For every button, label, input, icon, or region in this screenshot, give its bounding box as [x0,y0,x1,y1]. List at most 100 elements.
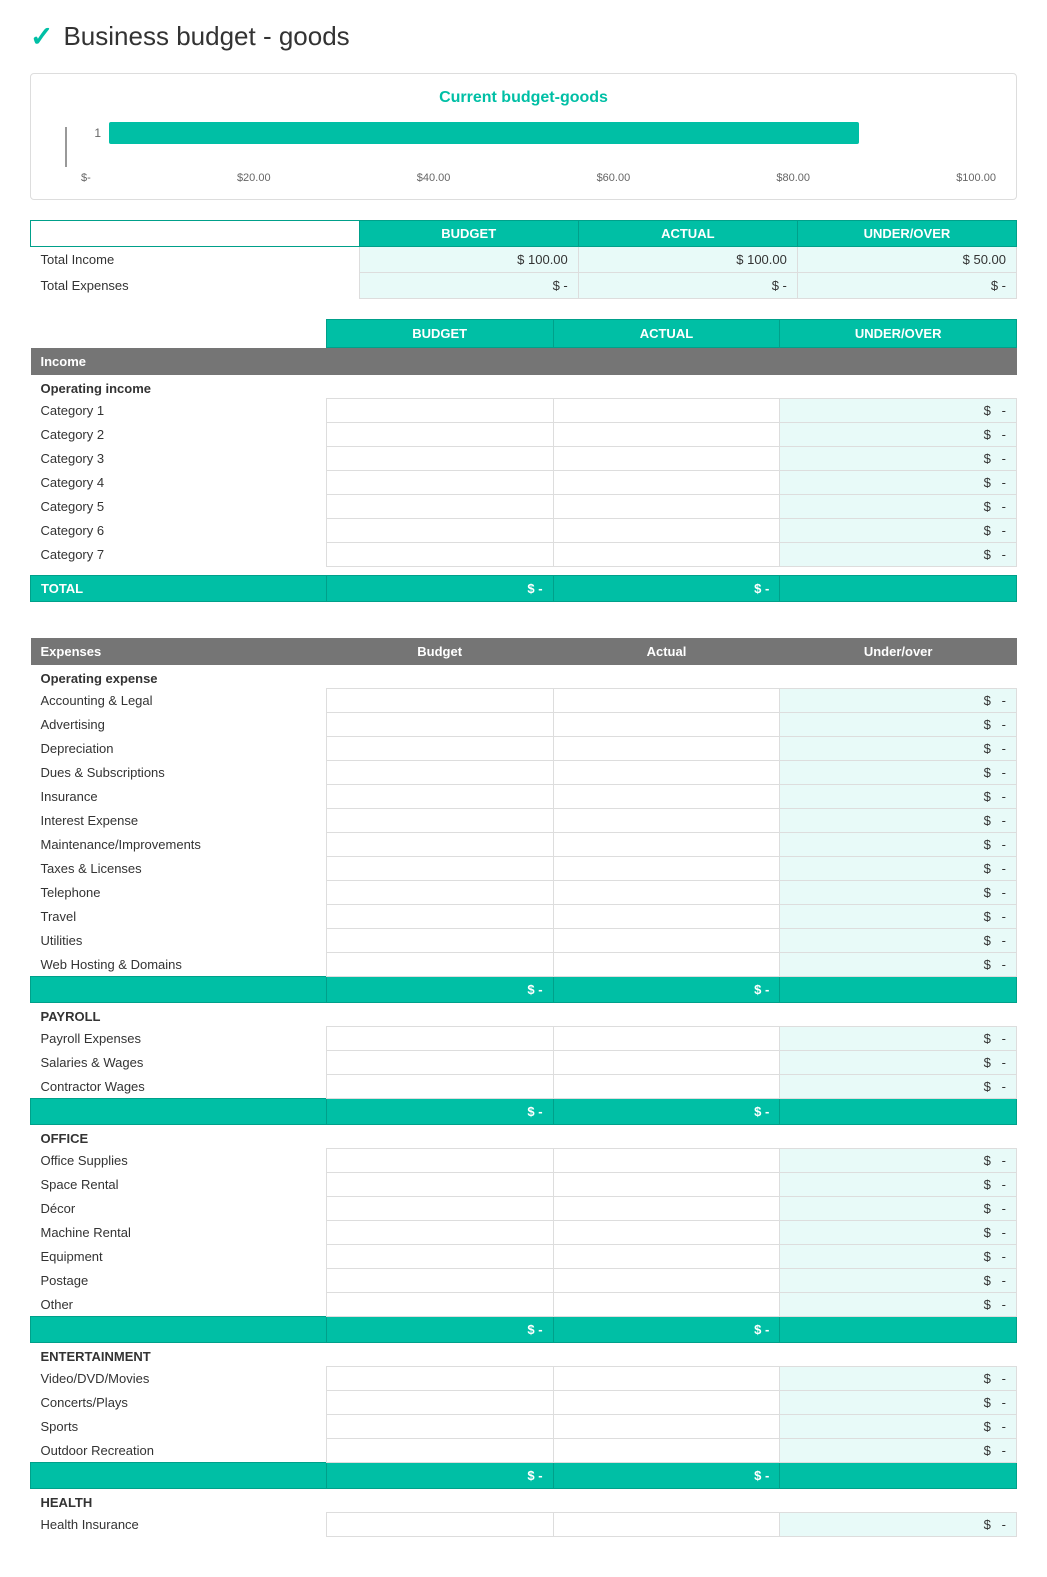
payroll-expenses-underover: $ - [780,1027,1017,1051]
salaries-wages-budget[interactable] [326,1051,553,1075]
insurance-budget[interactable] [326,785,553,809]
taxes-licenses-actual[interactable] [553,857,780,881]
summary-table: Summary BUDGET ACTUAL UNDER/OVER Total I… [30,220,1017,299]
web-hosting-row: Web Hosting & Domains $ - [31,953,1017,977]
category-6-budget-input[interactable] [326,519,553,543]
health-insurance-underover: $ - [780,1513,1017,1537]
expenses-actual-header: Actual [553,638,780,665]
accounting-legal-budget[interactable] [326,689,553,713]
insurance-actual[interactable] [553,785,780,809]
decor-label: Décor [31,1197,327,1221]
category-3-actual-input[interactable] [553,447,780,471]
category-5-row: Category 5 $ - [31,495,1017,519]
other-actual[interactable] [553,1293,780,1317]
contractor-wages-label: Contractor Wages [31,1075,327,1099]
category-6-actual-input[interactable] [553,519,780,543]
concerts-plays-actual[interactable] [553,1391,780,1415]
interest-expense-actual[interactable] [553,809,780,833]
category-3-label: Category 3 [31,447,327,471]
travel-budget[interactable] [326,905,553,929]
other-budget[interactable] [326,1293,553,1317]
payroll-expenses-actual[interactable] [553,1027,780,1051]
sports-actual[interactable] [553,1415,780,1439]
space-rental-underover: $ - [780,1173,1017,1197]
equipment-budget[interactable] [326,1245,553,1269]
category-5-budget-input[interactable] [326,495,553,519]
category-4-budget-input[interactable] [326,471,553,495]
depreciation-actual[interactable] [553,737,780,761]
health-insurance-budget[interactable] [326,1513,553,1537]
office-subtotal-empty [31,1317,327,1343]
postage-actual[interactable] [553,1269,780,1293]
video-dvd-actual[interactable] [553,1367,780,1391]
category-2-budget-input[interactable] [326,423,553,447]
space-rental-label: Space Rental [31,1173,327,1197]
decor-budget[interactable] [326,1197,553,1221]
interest-expense-budget[interactable] [326,809,553,833]
dues-subscriptions-actual[interactable] [553,761,780,785]
maintenance-budget[interactable] [326,833,553,857]
taxes-licenses-budget[interactable] [326,857,553,881]
concerts-plays-budget[interactable] [326,1391,553,1415]
income-total-row: TOTAL $ - $ - [31,576,1017,602]
category-5-actual-input[interactable] [553,495,780,519]
contractor-wages-budget[interactable] [326,1075,553,1099]
total-income-underover: $ 50.00 [797,247,1016,273]
video-dvd-budget[interactable] [326,1367,553,1391]
dues-subscriptions-underover: $ - [780,761,1017,785]
interest-expense-row: Interest Expense $ - [31,809,1017,833]
dues-subscriptions-budget[interactable] [326,761,553,785]
web-hosting-actual[interactable] [553,953,780,977]
category-1-actual-input[interactable] [553,399,780,423]
category-1-budget-input[interactable] [326,399,553,423]
payroll-subtotal-budget: $ - [326,1099,553,1125]
x-label-0: $- [81,172,91,184]
space-rental-budget[interactable] [326,1173,553,1197]
space-rental-actual[interactable] [553,1173,780,1197]
telephone-budget[interactable] [326,881,553,905]
equipment-actual[interactable] [553,1245,780,1269]
salaries-wages-actual[interactable] [553,1051,780,1075]
accounting-legal-actual[interactable] [553,689,780,713]
depreciation-budget[interactable] [326,737,553,761]
income-total-budget: $ - [326,576,553,602]
category-2-actual-input[interactable] [553,423,780,447]
outdoor-recreation-actual[interactable] [553,1439,780,1463]
web-hosting-budget[interactable] [326,953,553,977]
advertising-budget[interactable] [326,713,553,737]
office-supplies-actual[interactable] [553,1149,780,1173]
decor-actual[interactable] [553,1197,780,1221]
office-subtotal-actual: $ - [553,1317,780,1343]
maintenance-underover: $ - [780,833,1017,857]
outdoor-recreation-budget[interactable] [326,1439,553,1463]
utilities-actual[interactable] [553,929,780,953]
postage-budget[interactable] [326,1269,553,1293]
machine-rental-actual[interactable] [553,1221,780,1245]
category-3-budget-input[interactable] [326,447,553,471]
category-2-label: Category 2 [31,423,327,447]
income-underover-header: UNDER/OVER [780,320,1017,348]
office-supplies-budget[interactable] [326,1149,553,1173]
advertising-actual[interactable] [553,713,780,737]
entertainment-subtotal-row: $ - $ - [31,1463,1017,1489]
interest-expense-underover: $ - [780,809,1017,833]
entertainment-subtotal-end [780,1463,1017,1489]
travel-actual[interactable] [553,905,780,929]
travel-row: Travel $ - [31,905,1017,929]
maintenance-actual[interactable] [553,833,780,857]
entertainment-subtotal-actual: $ - [553,1463,780,1489]
category-6-underover: $ - [780,519,1017,543]
payroll-expenses-budget[interactable] [326,1027,553,1051]
category-7-budget-input[interactable] [326,543,553,567]
category-4-actual-input[interactable] [553,471,780,495]
category-7-actual-input[interactable] [553,543,780,567]
office-supplies-row: Office Supplies $ - [31,1149,1017,1173]
telephone-actual[interactable] [553,881,780,905]
contractor-wages-actual[interactable] [553,1075,780,1099]
sports-budget[interactable] [326,1415,553,1439]
category-2-underover: $ - [780,423,1017,447]
health-insurance-actual[interactable] [553,1513,780,1537]
utilities-budget[interactable] [326,929,553,953]
x-label-4: $80.00 [776,172,810,184]
machine-rental-budget[interactable] [326,1221,553,1245]
